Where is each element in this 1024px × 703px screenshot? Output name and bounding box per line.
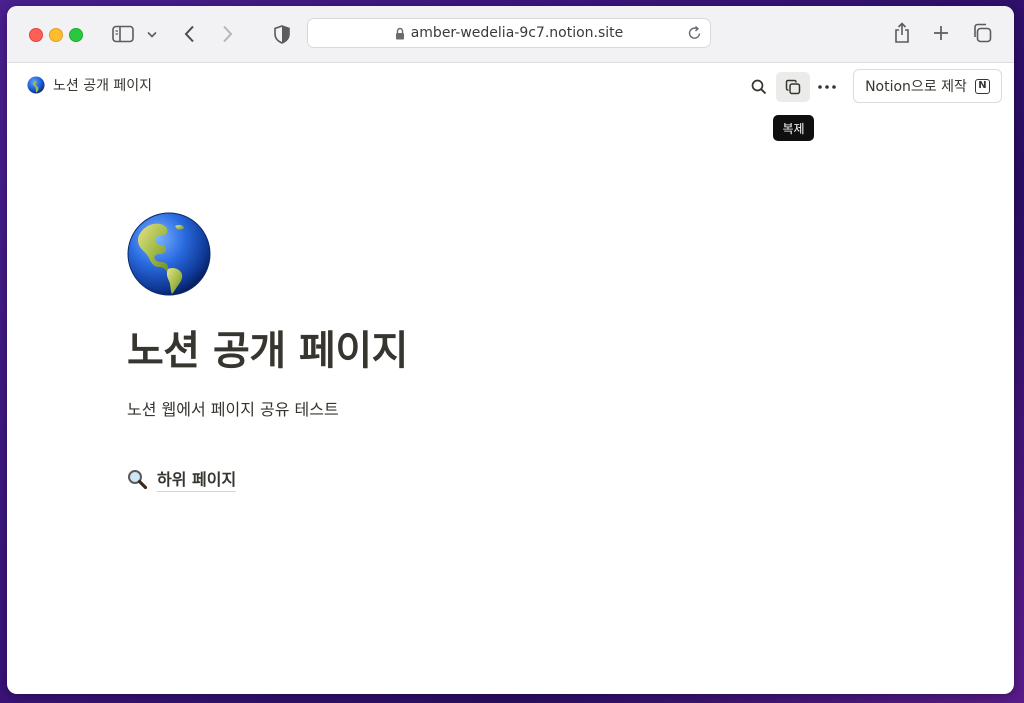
chevron-right-icon[interactable] bbox=[217, 22, 237, 46]
page-title: 노션 공개 페이지 bbox=[127, 328, 408, 374]
reload-icon[interactable] bbox=[687, 25, 702, 41]
notion-topbar: 노션 공개 페이지 Notion으로 제작 N bbox=[7, 63, 1014, 109]
page-content: 노션 공개 페이지 노션 웹에서 페이지 공유 테스트 하위 페이지 bbox=[127, 212, 408, 492]
subpage-label: 하위 페이지 bbox=[157, 466, 237, 492]
browser-toolbar: amber-wedelia-9c7.notion.site bbox=[7, 6, 1014, 63]
globe-americas-emoji-icon bbox=[27, 76, 45, 94]
built-with-notion-label: Notion으로 제작 bbox=[865, 79, 967, 95]
tab-overview-icon[interactable] bbox=[971, 21, 993, 45]
shield-icon[interactable] bbox=[272, 22, 292, 46]
more-icon[interactable] bbox=[813, 73, 841, 101]
search-icon[interactable] bbox=[745, 73, 773, 101]
subpage-link[interactable]: 하위 페이지 bbox=[127, 466, 408, 492]
duplicate-tooltip: 복제 bbox=[773, 115, 814, 141]
notion-logo-icon: N bbox=[974, 78, 990, 94]
built-with-notion-button[interactable]: Notion으로 제작 N bbox=[853, 69, 1002, 103]
address-bar[interactable]: amber-wedelia-9c7.notion.site bbox=[307, 18, 711, 48]
globe-americas-emoji-icon[interactable] bbox=[127, 212, 211, 296]
url-text: amber-wedelia-9c7.notion.site bbox=[410, 25, 624, 41]
breadcrumb[interactable]: 노션 공개 페이지 bbox=[27, 75, 152, 95]
page-description: 노션 웹에서 페이지 공유 테스트 bbox=[127, 400, 339, 419]
duplicate-button[interactable] bbox=[776, 72, 810, 102]
duplicate-icon bbox=[785, 79, 801, 95]
lock-icon bbox=[395, 27, 405, 40]
chevron-left-icon[interactable] bbox=[179, 22, 199, 46]
browser-window: amber-wedelia-9c7.notion.site 노션 공개 페이지 … bbox=[7, 6, 1014, 694]
chevron-down-icon[interactable] bbox=[145, 26, 159, 42]
magnifying-glass-emoji-icon bbox=[128, 470, 147, 489]
plus-icon[interactable] bbox=[931, 22, 951, 44]
minimize-window-button[interactable] bbox=[49, 28, 63, 42]
zoom-window-button[interactable] bbox=[69, 28, 83, 42]
close-window-button[interactable] bbox=[29, 28, 43, 42]
sidebar-icon[interactable] bbox=[111, 23, 135, 45]
breadcrumb-title: 노션 공개 페이지 bbox=[53, 78, 153, 94]
share-icon[interactable] bbox=[891, 20, 913, 46]
